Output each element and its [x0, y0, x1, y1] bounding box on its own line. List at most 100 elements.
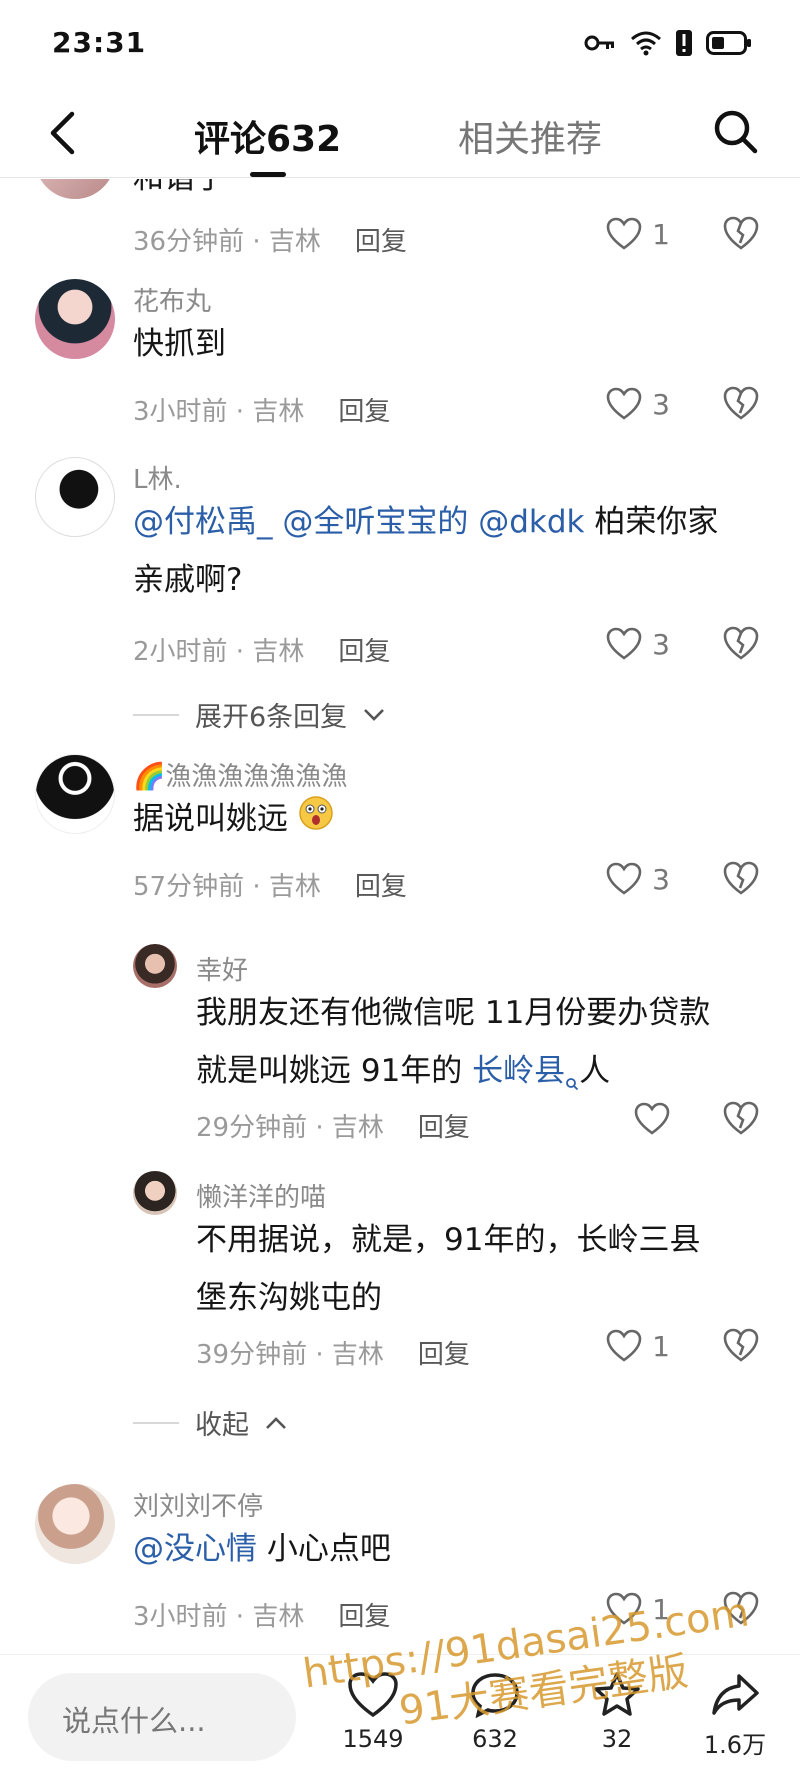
- avatar[interactable]: [35, 1484, 115, 1564]
- dislike-button[interactable]: [722, 1100, 760, 1140]
- comment-time: 36分钟前: [133, 227, 245, 257]
- reply-location: 吉林: [331, 1113, 384, 1143]
- top-nav: 评论632 相关推荐: [0, 90, 800, 178]
- like-button[interactable]: 1: [606, 217, 670, 251]
- reply-meta: 29分钟前 · 吉林 回复: [196, 1113, 470, 1143]
- share-count: 1.6万: [703, 1731, 767, 1759]
- comment-item: 花布丸 快抓到 3小时前 · 吉林 回复 3: [0, 259, 800, 427]
- reply-location: 吉林: [331, 1340, 384, 1370]
- comment-text-part: 亲戚啊?: [133, 562, 243, 598]
- like-button[interactable]: 1: [606, 1329, 670, 1363]
- reply-username[interactable]: 懒洋洋的喵: [196, 1177, 326, 1214]
- comment-item: L林. @付松禹_ @全听宝宝的 @dkdk 柏荣你家 亲戚啊? 2小时前 · …: [0, 437, 800, 733]
- like-count: 3: [652, 862, 670, 896]
- reply-time: 29分钟前: [196, 1113, 308, 1143]
- comment-username[interactable]: 花布丸: [133, 281, 211, 318]
- back-icon[interactable]: [40, 108, 84, 158]
- emoji-icon: [298, 792, 334, 850]
- like-button[interactable]: 3: [606, 627, 670, 661]
- dislike-button[interactable]: [722, 625, 760, 665]
- reply-text: 我朋友还有他微信呢 11月份要办贷款 就是叫姚远 91年的 长岭县人: [196, 984, 760, 1110]
- avatar[interactable]: [35, 179, 115, 199]
- comment-time: 3小时前: [133, 397, 228, 427]
- tab-related[interactable]: 相关推荐: [458, 110, 602, 162]
- reply-button[interactable]: 回复: [338, 637, 390, 667]
- favorite-count: 32: [601, 1725, 633, 1753]
- comment-item: 🌈漁漁漁漁漁漁漁 据说叫姚远 57分钟前 · 吉林 回复 3: [0, 734, 800, 902]
- avatar[interactable]: [35, 457, 115, 537]
- avatar[interactable]: [35, 754, 115, 834]
- like-count: 1: [652, 1329, 670, 1363]
- comment-location: 吉林: [252, 1602, 305, 1632]
- divider: [133, 1421, 179, 1424]
- comment-input[interactable]: 说点什么...: [28, 1673, 296, 1761]
- comment-text: 据说叫姚远: [133, 790, 760, 850]
- mention-link[interactable]: @全听宝宝的: [282, 504, 468, 540]
- reply-button[interactable]: 回复: [355, 872, 407, 902]
- heart-icon: [634, 1102, 670, 1135]
- comment-input-placeholder: 说点什么...: [62, 1704, 206, 1738]
- tab-comments[interactable]: 评论632: [194, 110, 341, 162]
- alert-icon: [676, 30, 692, 56]
- like-count: 3: [652, 627, 670, 661]
- avatar[interactable]: [133, 1171, 177, 1215]
- wifi-icon: [630, 30, 662, 56]
- reply-button[interactable]: 回复: [418, 1113, 470, 1143]
- status-icons: [584, 30, 752, 56]
- mention-link[interactable]: @dkdk: [478, 504, 584, 540]
- reply-text-part: 就是叫姚远 91年的: [196, 1053, 473, 1089]
- comment-text: 快抓到: [133, 326, 226, 362]
- like-button[interactable]: 3: [606, 862, 670, 896]
- mention-link[interactable]: @付松禹_: [133, 504, 273, 540]
- reply-time: 39分钟前: [196, 1340, 308, 1370]
- like-button[interactable]: 3: [606, 387, 670, 421]
- comment-username[interactable]: L林.: [133, 459, 182, 496]
- heart-icon: [606, 217, 642, 250]
- dislike-button[interactable]: [722, 385, 760, 425]
- heart-icon: [606, 627, 642, 660]
- comment-username[interactable]: 刘刘刘不停: [133, 1486, 263, 1523]
- comment-time: 3小时前: [133, 1602, 228, 1632]
- key-icon: [584, 33, 616, 53]
- collapse-replies-button[interactable]: 收起: [133, 1403, 287, 1442]
- reply-button[interactable]: 回复: [338, 397, 390, 427]
- comment-meta: 3小时前 · 吉林 回复: [133, 1602, 391, 1632]
- comment-time: 2小时前: [133, 637, 228, 667]
- heart-icon: [606, 387, 642, 420]
- search-small-icon: [565, 1052, 579, 1110]
- dislike-button[interactable]: [722, 1327, 760, 1367]
- reply-item: 幸好 我朋友还有他微信呢 11月份要办贷款 就是叫姚远 91年的 长岭县人 29…: [0, 944, 800, 1143]
- expand-replies-button[interactable]: 展开6条回复: [133, 695, 385, 734]
- comment-username[interactable]: 🌈漁漁漁漁漁漁漁: [133, 756, 347, 793]
- comment-text: 和谐了: [133, 179, 760, 207]
- comment-list[interactable]: 和谐了 36分钟前 · 吉林回复 1 花布丸 快抓到 3小时前 · 吉林回复 3…: [0, 179, 800, 1654]
- reply-button[interactable]: 回复: [418, 1340, 470, 1370]
- comment-meta: 2小时前 · 吉林 回复: [133, 637, 391, 667]
- avatar[interactable]: [133, 944, 177, 988]
- like-button[interactable]: [634, 1102, 670, 1136]
- like-count: 1: [652, 217, 670, 251]
- reply-button[interactable]: 回复: [355, 227, 407, 257]
- mention-link[interactable]: @没心情: [133, 1531, 257, 1567]
- reply-meta: 39分钟前 · 吉林 回复: [196, 1340, 470, 1370]
- location-link[interactable]: 长岭县: [472, 1053, 565, 1089]
- collapse-label: 收起: [195, 1410, 249, 1441]
- reply-text-part: 堡东沟姚屯的: [196, 1280, 382, 1316]
- reply-item: 懒洋洋的喵 不用据说，就是，91年的，长岭三县 堡东沟姚屯的 39分钟前 · 吉…: [0, 1171, 800, 1370]
- comment-text-part: 小心点吧: [266, 1531, 391, 1567]
- reply-text-part: 我朋友还有他微信呢 11月份要办贷款: [196, 995, 711, 1031]
- avatar[interactable]: [35, 279, 115, 359]
- comment-time: 57分钟前: [133, 872, 245, 902]
- reply-button[interactable]: 回复: [338, 1602, 390, 1632]
- battery-icon: [706, 31, 752, 55]
- comment-item: 和谐了 36分钟前 · 吉林回复 1: [0, 179, 800, 269]
- status-time: 23:31: [52, 26, 147, 59]
- dislike-button[interactable]: [722, 215, 760, 255]
- dislike-button[interactable]: [722, 860, 760, 900]
- search-icon[interactable]: [710, 106, 762, 158]
- reply-text-part: 人: [579, 1053, 611, 1089]
- reply-username[interactable]: 幸好: [196, 950, 248, 987]
- broken-heart-icon: [723, 626, 759, 660]
- comment-location: 吉林: [268, 872, 321, 902]
- broken-heart-icon: [723, 386, 759, 420]
